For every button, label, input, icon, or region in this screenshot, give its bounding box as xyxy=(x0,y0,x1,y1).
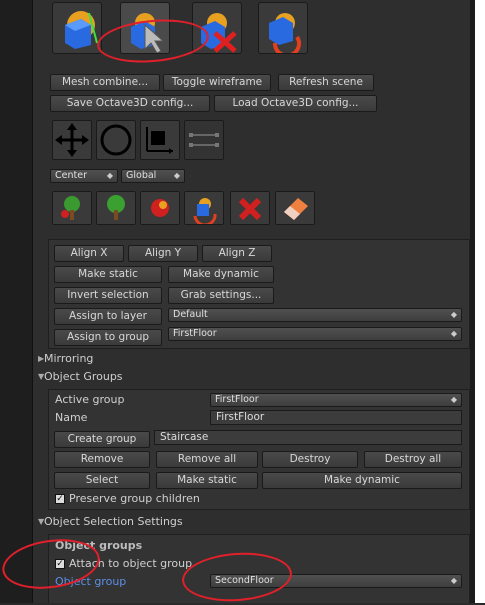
object-delete-tool-button[interactable] xyxy=(140,191,180,225)
layer-value: Default xyxy=(173,309,208,320)
dropdown-arrow-icon: ◆ xyxy=(173,171,180,180)
cube-refresh-small-icon xyxy=(193,198,217,227)
grab-settings-button[interactable]: Grab settings... xyxy=(168,287,274,304)
rotate-tool-button[interactable] xyxy=(96,120,136,160)
align-x-button[interactable]: Align X xyxy=(54,245,124,262)
pivot-dropdown[interactable]: Center ◆ xyxy=(50,169,118,183)
group-make-dynamic-button[interactable]: Make dynamic xyxy=(262,472,462,489)
mirroring-foldout[interactable]: Mirroring xyxy=(44,352,93,365)
group-dropdown[interactable]: FirstFloor ◆ xyxy=(168,327,462,341)
object-groups-foldout[interactable]: Object Groups xyxy=(44,370,123,383)
assign-to-layer-button[interactable]: Assign to layer xyxy=(54,308,162,325)
tree-paint-tool-button[interactable] xyxy=(96,191,136,225)
group-name-field[interactable]: FirstFloor xyxy=(210,410,462,425)
invert-selection-button[interactable]: Invert selection xyxy=(54,287,162,304)
refresh-scene-button[interactable]: Refresh scene xyxy=(278,74,374,91)
destroy-all-button[interactable]: Destroy all xyxy=(364,451,462,468)
blue-cube-icon xyxy=(65,11,98,49)
active-group-dropdown[interactable]: FirstFloor ◆ xyxy=(210,393,462,407)
remove-all-button[interactable]: Remove all xyxy=(156,451,258,468)
active-group-label: Active group xyxy=(55,393,125,406)
rotate-circle-icon xyxy=(100,124,132,156)
rect-tool-button[interactable] xyxy=(184,120,224,160)
dropdown-arrow-icon: ◆ xyxy=(450,576,457,585)
rect-handles-icon xyxy=(189,133,219,147)
object-refresh-tool-button[interactable] xyxy=(184,191,224,227)
selection-settings-foldout[interactable]: Object Selection Settings xyxy=(44,515,183,528)
dropdown-arrow-icon: ◆ xyxy=(450,310,457,319)
align-y-button[interactable]: Align Y xyxy=(128,245,198,262)
scale-box-icon xyxy=(146,127,173,154)
red-cross-icon xyxy=(238,197,262,221)
tree-red-icon xyxy=(61,196,80,220)
new-group-name-field[interactable]: Staircase xyxy=(154,430,462,445)
eraser-icon xyxy=(284,198,308,220)
scale-tool-button[interactable] xyxy=(140,120,180,160)
select-group-button[interactable]: Select xyxy=(54,472,150,489)
align-z-button[interactable]: Align Z xyxy=(202,245,272,262)
pivot-value: Center xyxy=(55,170,87,181)
group-make-static-button[interactable]: Make static xyxy=(156,472,258,489)
space-dropdown[interactable]: Global ◆ xyxy=(121,169,185,183)
load-config-button[interactable]: Load Octave3D config... xyxy=(214,95,377,112)
destroy-button[interactable]: Destroy xyxy=(262,451,358,468)
dropdown-arrow-icon: ◆ xyxy=(106,171,113,180)
left-gutter xyxy=(0,0,33,603)
dropdown-arrow-icon: ◆ xyxy=(450,329,457,338)
cube-refresh-icon xyxy=(269,13,301,58)
toggle-wireframe-button[interactable]: Toggle wireframe xyxy=(163,74,271,91)
remove-button[interactable]: Remove xyxy=(54,451,150,468)
make-static-button[interactable]: Make static xyxy=(54,266,162,283)
snap-tool-button[interactable] xyxy=(258,2,308,58)
tree-green-icon xyxy=(107,195,125,220)
tree-brush-tool-button[interactable] xyxy=(52,191,92,225)
group-value: FirstFloor xyxy=(173,328,217,339)
eraser-tool-button[interactable] xyxy=(275,191,315,225)
dropdown-arrow-icon: ◆ xyxy=(450,395,457,404)
name-label: Name xyxy=(55,411,88,424)
layer-dropdown[interactable]: Default ◆ xyxy=(168,308,462,322)
move-arrows-icon xyxy=(55,123,89,157)
active-group-value: FirstFloor xyxy=(215,394,259,405)
preserve-children-checkbox[interactable]: ✓ xyxy=(55,494,65,504)
create-group-button[interactable]: Create group xyxy=(54,431,150,448)
assign-to-group-button[interactable]: Assign to group xyxy=(54,329,162,346)
preserve-children-label: Preserve group children xyxy=(69,492,200,505)
save-config-button[interactable]: Save Octave3D config... xyxy=(50,95,210,112)
right-edge xyxy=(475,0,485,603)
space-value: Global xyxy=(126,170,157,181)
make-dynamic-button[interactable]: Make dynamic xyxy=(168,266,274,283)
object-erase-tool-button[interactable] xyxy=(230,191,270,225)
red-x-sphere-icon xyxy=(151,199,169,217)
create-object-tool-button[interactable] xyxy=(52,2,102,54)
move-tool-button[interactable] xyxy=(52,120,92,160)
mesh-combine-button[interactable]: Mesh combine... xyxy=(50,74,160,91)
